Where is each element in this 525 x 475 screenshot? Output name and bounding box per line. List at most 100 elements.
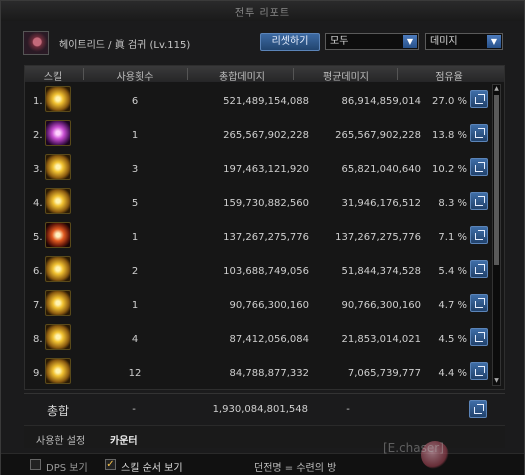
- summary-total: 1,930,084,801,548: [212, 404, 308, 415]
- purple-cross-slash-icon: [45, 120, 71, 146]
- share-icon[interactable]: [470, 294, 488, 312]
- red-burst-icon: [45, 222, 71, 248]
- gold-arc-icon: [45, 324, 71, 350]
- table-row[interactable]: 9. 12 84,788,877,332 7,065,739,777 4.4 %: [25, 356, 490, 392]
- row-rank: 3.: [33, 164, 43, 175]
- scope-dropdown[interactable]: 모두 ▼: [325, 33, 419, 50]
- table-row[interactable]: 4. 5 159,730,882,560 31,946,176,512 8.3 …: [25, 186, 490, 222]
- row-rank: 4.: [33, 198, 43, 209]
- gold-slash-icon: [45, 86, 71, 112]
- reset-button[interactable]: 리셋하기: [260, 33, 320, 51]
- gold-swirl-icon: [45, 256, 71, 282]
- row-rank: 2.: [33, 130, 43, 141]
- gold-rune-icon: [45, 290, 71, 316]
- table-row[interactable]: 1. 6 521,489,154,088 86,914,859,014 27.0…: [25, 84, 490, 120]
- table-row[interactable]: 3. 3 197,463,121,920 65,821,040,640 10.2…: [25, 152, 490, 188]
- share-icon[interactable]: [470, 158, 488, 176]
- row-share: 7.1 %: [438, 232, 467, 243]
- row-total: 87,412,056,084: [229, 334, 309, 345]
- skill-order-label: 스킬 순서 보기: [121, 463, 183, 474]
- title-bar: 전투 리포트: [1, 1, 524, 21]
- row-total: 265,567,902,228: [223, 130, 309, 141]
- metric-dropdown-value: 데미지: [430, 36, 458, 47]
- chevron-down-icon: ▼: [403, 35, 417, 48]
- row-share: 4.7 %: [438, 300, 467, 311]
- row-uses: 12: [128, 368, 142, 379]
- table-row[interactable]: 8. 4 87,412,056,084 21,853,014,021 4.5 %: [25, 322, 490, 358]
- row-total: 103,688,749,056: [223, 266, 309, 277]
- row-uses: 1: [131, 300, 139, 311]
- summary-avg: -: [346, 404, 350, 415]
- dps-checkbox[interactable]: [30, 459, 41, 470]
- row-total: 197,463,121,920: [223, 164, 309, 175]
- dps-label: DPS 보기: [46, 463, 88, 474]
- scrollbar[interactable]: ▲ ▼: [492, 84, 501, 386]
- scope-dropdown-value: 모두: [330, 36, 349, 47]
- chevron-down-icon: ▼: [487, 35, 501, 48]
- header-total-damage: 총합데미지: [219, 72, 265, 83]
- row-rank: 8.: [33, 334, 43, 345]
- settings-label: 사용한 설정: [36, 436, 86, 447]
- table-row[interactable]: 7. 1 90,766,300,160 90,766,300,160 4.7 %: [25, 288, 490, 324]
- summary-uses: -: [132, 404, 136, 415]
- combat-report-window: 전투 리포트 헤이트리드 / 眞 검귀 (Lv.115) 리셋하기 모두 ▼ 데…: [0, 0, 525, 475]
- dungeon-name: 던전명 = 수련의 방: [254, 463, 337, 474]
- skill-table: 스킬 사용횟수 총합데미지 평균데미지 점유율 1. 6 521,489,154…: [24, 65, 505, 390]
- row-uses: 6: [131, 96, 139, 107]
- scroll-up-icon[interactable]: ▲: [493, 85, 500, 93]
- row-share: 5.4 %: [438, 266, 467, 277]
- row-share: 4.4 %: [438, 368, 467, 379]
- settings-value: 카운터: [110, 436, 138, 447]
- row-total: 90,766,300,160: [229, 300, 309, 311]
- share-icon[interactable]: [470, 260, 488, 278]
- row-uses: 5: [131, 198, 139, 209]
- watermark: [E.chaser]: [383, 441, 501, 471]
- row-total: 159,730,882,560: [223, 198, 309, 209]
- scrollbar-thumb[interactable]: [494, 95, 499, 265]
- row-total: 521,489,154,088: [223, 96, 309, 107]
- table-row[interactable]: 5. 1 137,267,275,776 137,267,275,776 7.1…: [25, 220, 490, 256]
- table-row[interactable]: 2. 1 265,567,902,228 265,567,902,228 13.…: [25, 118, 490, 154]
- row-rank: 7.: [33, 300, 43, 311]
- row-rank: 6.: [33, 266, 43, 277]
- gold-wave-icon: [45, 154, 71, 180]
- table-header: 스킬 사용횟수 총합데미지 평균데미지 점유율: [25, 66, 504, 83]
- share-icon[interactable]: [470, 124, 488, 142]
- share-icon[interactable]: [470, 192, 488, 210]
- window-title: 전투 리포트: [234, 8, 291, 19]
- row-total: 137,267,275,776: [223, 232, 309, 243]
- share-icon[interactable]: [470, 226, 488, 244]
- row-uses: 1: [131, 130, 139, 141]
- character-name: 헤이트리드 / 眞 검귀 (Lv.115): [59, 40, 191, 51]
- row-uses: 4: [131, 334, 139, 345]
- header-skill: 스킬: [43, 72, 63, 83]
- row-share: 8.3 %: [438, 198, 467, 209]
- header-uses: 사용횟수: [116, 72, 154, 83]
- table-row[interactable]: 6. 2 103,688,749,056 51,844,374,528 5.4 …: [25, 254, 490, 290]
- header-share: 점유율: [435, 72, 463, 83]
- row-rank: 1.: [33, 96, 43, 107]
- share-icon[interactable]: [469, 400, 487, 418]
- share-icon[interactable]: [470, 362, 488, 380]
- row-share: 27.0 %: [432, 96, 467, 107]
- row-total: 84,788,877,332: [229, 368, 309, 379]
- scroll-down-icon[interactable]: ▼: [493, 377, 500, 385]
- summary-row: 총합 - 1,930,084,801,548 -: [24, 393, 505, 424]
- header-avg-damage: 평균데미지: [323, 72, 369, 83]
- watermark-text: [E.chaser]: [383, 441, 444, 455]
- gold-blade-icon: [45, 188, 71, 214]
- share-icon[interactable]: [470, 328, 488, 346]
- share-icon[interactable]: [470, 90, 488, 108]
- gold-flash-icon: [45, 358, 71, 384]
- summary-label: 총합: [47, 404, 70, 418]
- row-share: 13.8 %: [432, 130, 467, 141]
- row-share: 10.2 %: [432, 164, 467, 175]
- skill-order-checkbox[interactable]: ✓: [105, 459, 116, 470]
- row-rank: 5.: [33, 232, 43, 243]
- row-uses: 2: [131, 266, 139, 277]
- character-avatar: [23, 31, 49, 55]
- row-uses: 3: [131, 164, 139, 175]
- row-rank: 9.: [33, 368, 43, 379]
- metric-dropdown[interactable]: 데미지 ▼: [425, 33, 503, 50]
- row-share: 4.5 %: [438, 334, 467, 345]
